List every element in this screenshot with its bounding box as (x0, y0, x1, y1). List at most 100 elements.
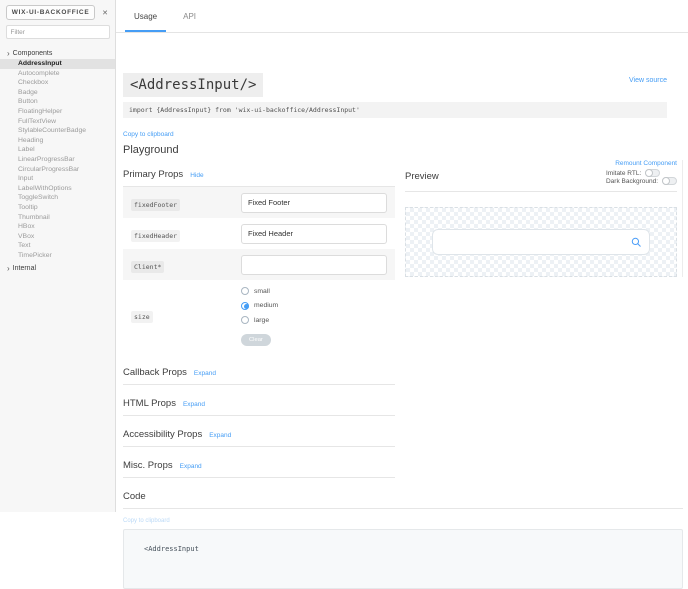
sidebar-item[interactable]: CircularProgressBar (0, 165, 115, 175)
sidebar-item[interactable]: Thumbnail (0, 213, 115, 223)
remount-component-link[interactable]: Remount Component (615, 160, 677, 167)
sidebar-item[interactable]: ToggleSwitch (0, 193, 115, 203)
prop-name: size (131, 311, 153, 323)
component-tree: › Components AddressInput Autocomplete C… (0, 48, 115, 274)
sidebar-item[interactable]: Text (0, 241, 115, 251)
components-section-label: Components (13, 50, 53, 57)
app-title-button[interactable]: WIX-UI-BACKOFFICE (6, 5, 95, 20)
toggle-label: Imitate RTL: (606, 170, 641, 177)
divider (405, 191, 677, 192)
prop-section-title: Accessibility Props (123, 429, 202, 440)
sidebar-item[interactable]: AddressInput (0, 59, 115, 69)
preview-canvas (405, 207, 677, 277)
radio-label: small (254, 288, 270, 295)
prop-row-fixedheader: fixedHeader (123, 218, 395, 249)
chevron-right-icon: › (7, 266, 10, 272)
component-list: AddressInput Autocomplete Checkbox Badge… (0, 59, 115, 260)
toggle-switch[interactable] (662, 177, 677, 185)
sidebar-item[interactable]: StylableCounterBadge (0, 126, 115, 136)
sidebar-item[interactable]: Heading (0, 136, 115, 146)
view-source-link[interactable]: View source (629, 77, 667, 84)
toggle-knob (645, 169, 653, 177)
sidebar-item[interactable]: VBox (0, 232, 115, 242)
preview-toggles: Imitate RTL: Dark Background: (606, 169, 677, 185)
prop-section: Misc. Props Expand (123, 460, 395, 478)
expand-link[interactable]: Expand (180, 463, 202, 470)
preview-column: Preview Remount Component Imitate RTL: (405, 160, 683, 277)
prop-section-title: Misc. Props (123, 460, 173, 471)
code-section: Code Copy to clipboard <AddressInput (123, 491, 683, 589)
prop-name: fixedHeader (131, 230, 180, 242)
sidebar-item[interactable]: Input (0, 174, 115, 184)
sidebar-item[interactable]: Autocomplete (0, 69, 115, 79)
prop-row-client: Client* (123, 249, 395, 280)
hide-link[interactable]: Hide (190, 172, 203, 179)
radio-label: large (254, 317, 269, 324)
radio-icon (241, 316, 249, 324)
tab[interactable]: API (174, 0, 205, 32)
primary-props-title: Primary Props (123, 169, 183, 180)
divider (123, 508, 683, 509)
sidebar-header: WIX-UI-BACKOFFICE ✕ (0, 5, 115, 20)
fixedfooter-input[interactable] (241, 193, 387, 213)
radio-icon (241, 302, 249, 310)
prop-sections: Callback Props Expand HTML Props Expand (123, 367, 395, 478)
toggle-knob (662, 177, 670, 185)
close-icon[interactable]: ✕ (99, 7, 111, 19)
sidebar-item[interactable]: FloatingHelper (0, 107, 115, 117)
divider (123, 477, 395, 478)
prop-row-size: size small (123, 280, 395, 354)
prop-section-title: Callback Props (123, 367, 187, 378)
size-radio-group: small medium large (241, 284, 387, 328)
sidebar-item[interactable]: FullTextView (0, 117, 115, 127)
main-panel: Usage API <AddressInput/> View source im… (116, 0, 688, 512)
radio-icon (241, 287, 249, 295)
tab[interactable]: Usage (125, 0, 166, 32)
expand-link[interactable]: Expand (194, 370, 216, 377)
preview-title: Preview (405, 171, 439, 182)
sidebar-item[interactable]: Tooltip (0, 203, 115, 213)
sidebar-section-components[interactable]: › Components (0, 48, 115, 59)
prop-row-fixedfooter: fixedFooter (123, 187, 395, 218)
sidebar-item[interactable]: Button (0, 97, 115, 107)
import-statement: import {AddressInput} from 'wix-ui-backo… (123, 102, 667, 118)
code-copy-link[interactable]: Copy to clipboard (123, 518, 170, 524)
expand-link[interactable]: Expand (209, 432, 231, 439)
sidebar-item[interactable]: HBox (0, 222, 115, 232)
client-input[interactable] (241, 255, 387, 275)
sidebar-item[interactable]: Badge (0, 88, 115, 98)
filter-input[interactable] (6, 25, 110, 39)
search-icon (631, 237, 642, 248)
internal-section-label: Internal (13, 265, 36, 272)
sidebar: WIX-UI-BACKOFFICE ✕ › Components Address… (0, 0, 116, 512)
expand-link[interactable]: Expand (183, 401, 205, 408)
tab-bar: Usage API (116, 0, 688, 33)
code-title: Code (123, 491, 146, 502)
chevron-right-icon: › (7, 51, 10, 57)
toggle-label: Dark Background: (606, 178, 658, 185)
sidebar-section-internal[interactable]: › Internal (0, 263, 115, 274)
sidebar-item[interactable]: TimePicker (0, 251, 115, 261)
sidebar-item[interactable]: LabelWithOptions (0, 184, 115, 194)
prop-name: fixedFooter (131, 199, 180, 211)
size-radio-option[interactable]: medium (241, 299, 387, 314)
sidebar-item[interactable]: LinearProgressBar (0, 155, 115, 165)
component-title: <AddressInput/> (123, 73, 263, 97)
props-column: Primary Props Hide fixedFooter fixedHead… (123, 160, 395, 478)
address-input-preview[interactable] (432, 229, 650, 255)
divider (123, 446, 395, 447)
copy-clipboard-link[interactable]: Copy to clipboard (123, 131, 174, 138)
sidebar-item[interactable]: Checkbox (0, 78, 115, 88)
prop-section: HTML Props Expand (123, 398, 395, 416)
size-radio-option[interactable]: small (241, 284, 387, 299)
prop-section: Accessibility Props Expand (123, 429, 395, 447)
prop-section: Callback Props Expand (123, 367, 395, 385)
sidebar-item[interactable]: Label (0, 145, 115, 155)
prop-section-title: HTML Props (123, 398, 176, 409)
clear-button[interactable]: Clear (241, 334, 271, 346)
size-radio-option[interactable]: large (241, 313, 387, 328)
playground-title: Playground (123, 144, 683, 156)
code-block: <AddressInput (123, 529, 683, 589)
toggle-switch[interactable] (645, 169, 660, 177)
fixedheader-input[interactable] (241, 224, 387, 244)
